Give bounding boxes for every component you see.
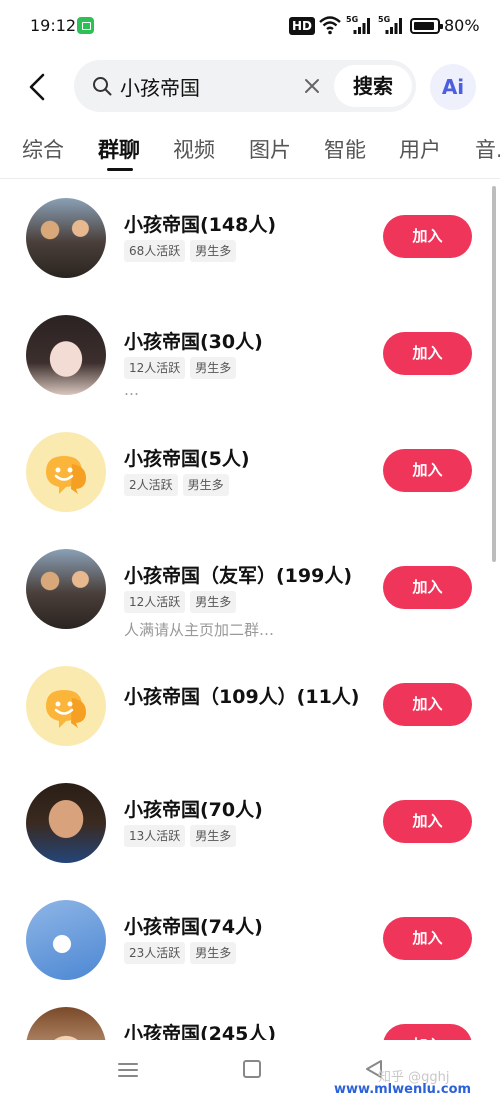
gender-tag: 男生多 xyxy=(190,825,237,847)
join-button[interactable]: 加入 xyxy=(383,566,472,609)
group-list-item[interactable]: 小孩帝国（友军）(199人) 12人活跃 男生多 人满请从主页加二群… 加入 xyxy=(0,539,500,656)
gender-tag: 男生多 xyxy=(190,942,237,964)
active-tab-indicator xyxy=(107,168,133,171)
group-list-item[interactable]: 小孩帝国（109人）(11人) 加入 xyxy=(0,656,500,773)
cellular-signal-icon: 5G xyxy=(346,15,370,34)
scrollbar[interactable] xyxy=(492,186,496,562)
group-list-item[interactable]: 小孩帝国(5人) 2人活跃 男生多 加入 xyxy=(0,422,500,539)
network-label-2: 5G xyxy=(378,15,390,24)
active-count-tag: 68人活跃 xyxy=(124,240,186,262)
tab-image[interactable]: 图片 xyxy=(249,134,291,164)
ai-icon: Ai xyxy=(441,75,465,99)
group-tags: 12人活跃 男生多 xyxy=(124,591,241,613)
gender-tag: 男生多 xyxy=(190,357,237,379)
home-icon[interactable] xyxy=(243,1060,261,1078)
join-button[interactable]: 加入 xyxy=(383,917,472,960)
join-button[interactable]: 加入 xyxy=(383,1024,472,1040)
search-input[interactable] xyxy=(120,71,300,101)
gender-tag: 男生多 xyxy=(190,591,237,613)
ai-assistant-button[interactable]: Ai xyxy=(430,64,476,110)
tab-video[interactable]: 视频 xyxy=(173,134,215,164)
join-button[interactable]: 加入 xyxy=(383,683,472,726)
battery-percent: 80% xyxy=(444,16,480,35)
group-name: 小孩帝国（109人）(11人) xyxy=(124,686,360,708)
back-button[interactable] xyxy=(22,70,56,104)
category-tabs: 综合 群聊 视频 图片 智能 用户 音... xyxy=(0,126,500,178)
group-tags: 23人活跃 男生多 xyxy=(124,942,241,964)
group-description: … xyxy=(124,381,139,399)
group-name: 小孩帝国(70人) xyxy=(124,799,263,821)
gender-tag: 男生多 xyxy=(182,474,229,496)
group-tags: 12人活跃 男生多 xyxy=(124,357,241,379)
network-label-1: 5G xyxy=(346,15,358,24)
group-name: 小孩帝国（友军）(199人) xyxy=(124,565,353,587)
site-watermark: www.mlwenlu.com xyxy=(334,1082,472,1097)
group-tags: 68人活跃 男生多 xyxy=(124,240,241,262)
tab-comprehensive[interactable]: 综合 xyxy=(22,134,64,164)
hd-voice-badge: HD xyxy=(289,17,316,35)
divider xyxy=(0,178,500,179)
active-count-tag: 12人活跃 xyxy=(124,357,186,379)
chat-bubble-icon xyxy=(46,690,86,728)
active-count-tag: 23人活跃 xyxy=(124,942,186,964)
join-button[interactable]: 加入 xyxy=(383,449,472,492)
group-avatar xyxy=(26,1007,106,1040)
group-avatar xyxy=(26,783,106,863)
group-list-item[interactable]: 小孩帝国(70人) 13人活跃 男生多 加入 xyxy=(0,773,500,890)
active-count-tag: 13人活跃 xyxy=(124,825,186,847)
cellular-signal-icon-2: 5G xyxy=(378,15,402,34)
group-name: 小孩帝国(30人) xyxy=(124,331,263,353)
status-time: 19:12 xyxy=(30,16,77,35)
tab-group-chat[interactable]: 群聊 xyxy=(98,134,140,164)
battery-icon xyxy=(410,18,443,34)
status-bar: 19:12 HD 5G 5G 80% xyxy=(0,0,500,54)
group-avatar xyxy=(26,900,106,980)
tab-users[interactable]: 用户 xyxy=(399,134,441,164)
group-avatar xyxy=(26,315,106,395)
recent-apps-icon[interactable] xyxy=(118,1062,138,1078)
wifi-icon xyxy=(319,16,341,35)
group-name: 小孩帝国(245人) xyxy=(124,1023,277,1040)
tab-music[interactable]: 音... xyxy=(475,134,500,164)
group-list-item[interactable]: 小孩帝国(148人) 68人活跃 男生多 加入 xyxy=(0,188,500,305)
group-avatar xyxy=(26,666,106,746)
group-name: 小孩帝国(148人) xyxy=(124,214,277,236)
search-bar[interactable]: 搜索 xyxy=(74,60,416,112)
group-name: 小孩帝国(74人) xyxy=(124,916,263,938)
active-count-tag: 2人活跃 xyxy=(124,474,178,496)
group-tags: 2人活跃 男生多 xyxy=(124,474,234,496)
group-description: 人满请从主页加二群… xyxy=(124,621,275,639)
search-icon xyxy=(93,77,112,96)
group-avatar xyxy=(26,549,106,629)
group-list-item[interactable]: 小孩帝国(30人) 12人活跃 男生多 … 加入 xyxy=(0,305,500,422)
active-count-tag: 12人活跃 xyxy=(124,591,186,613)
group-list-item[interactable]: 小孩帝国(245人) 加入 xyxy=(0,997,500,1040)
group-avatar xyxy=(26,198,106,278)
join-button[interactable]: 加入 xyxy=(383,332,472,375)
group-name: 小孩帝国(5人) xyxy=(124,448,250,470)
join-button[interactable]: 加入 xyxy=(383,215,472,258)
group-avatar xyxy=(26,432,106,512)
chat-bubble-icon xyxy=(46,456,86,494)
join-button[interactable]: 加入 xyxy=(383,800,472,843)
search-button[interactable]: 搜索 xyxy=(334,65,412,107)
group-list-item[interactable]: 小孩帝国(74人) 23人活跃 男生多 加入 xyxy=(0,890,500,1007)
wechat-notification-icon xyxy=(77,17,94,34)
group-tags: 13人活跃 男生多 xyxy=(124,825,241,847)
gender-tag: 男生多 xyxy=(190,240,237,262)
group-result-list: 小孩帝国(148人) 68人活跃 男生多 加入 小孩帝国(30人) 12人活跃 男生… xyxy=(0,180,500,1040)
tab-smart[interactable]: 智能 xyxy=(324,134,366,164)
clear-search-button[interactable] xyxy=(300,74,324,98)
